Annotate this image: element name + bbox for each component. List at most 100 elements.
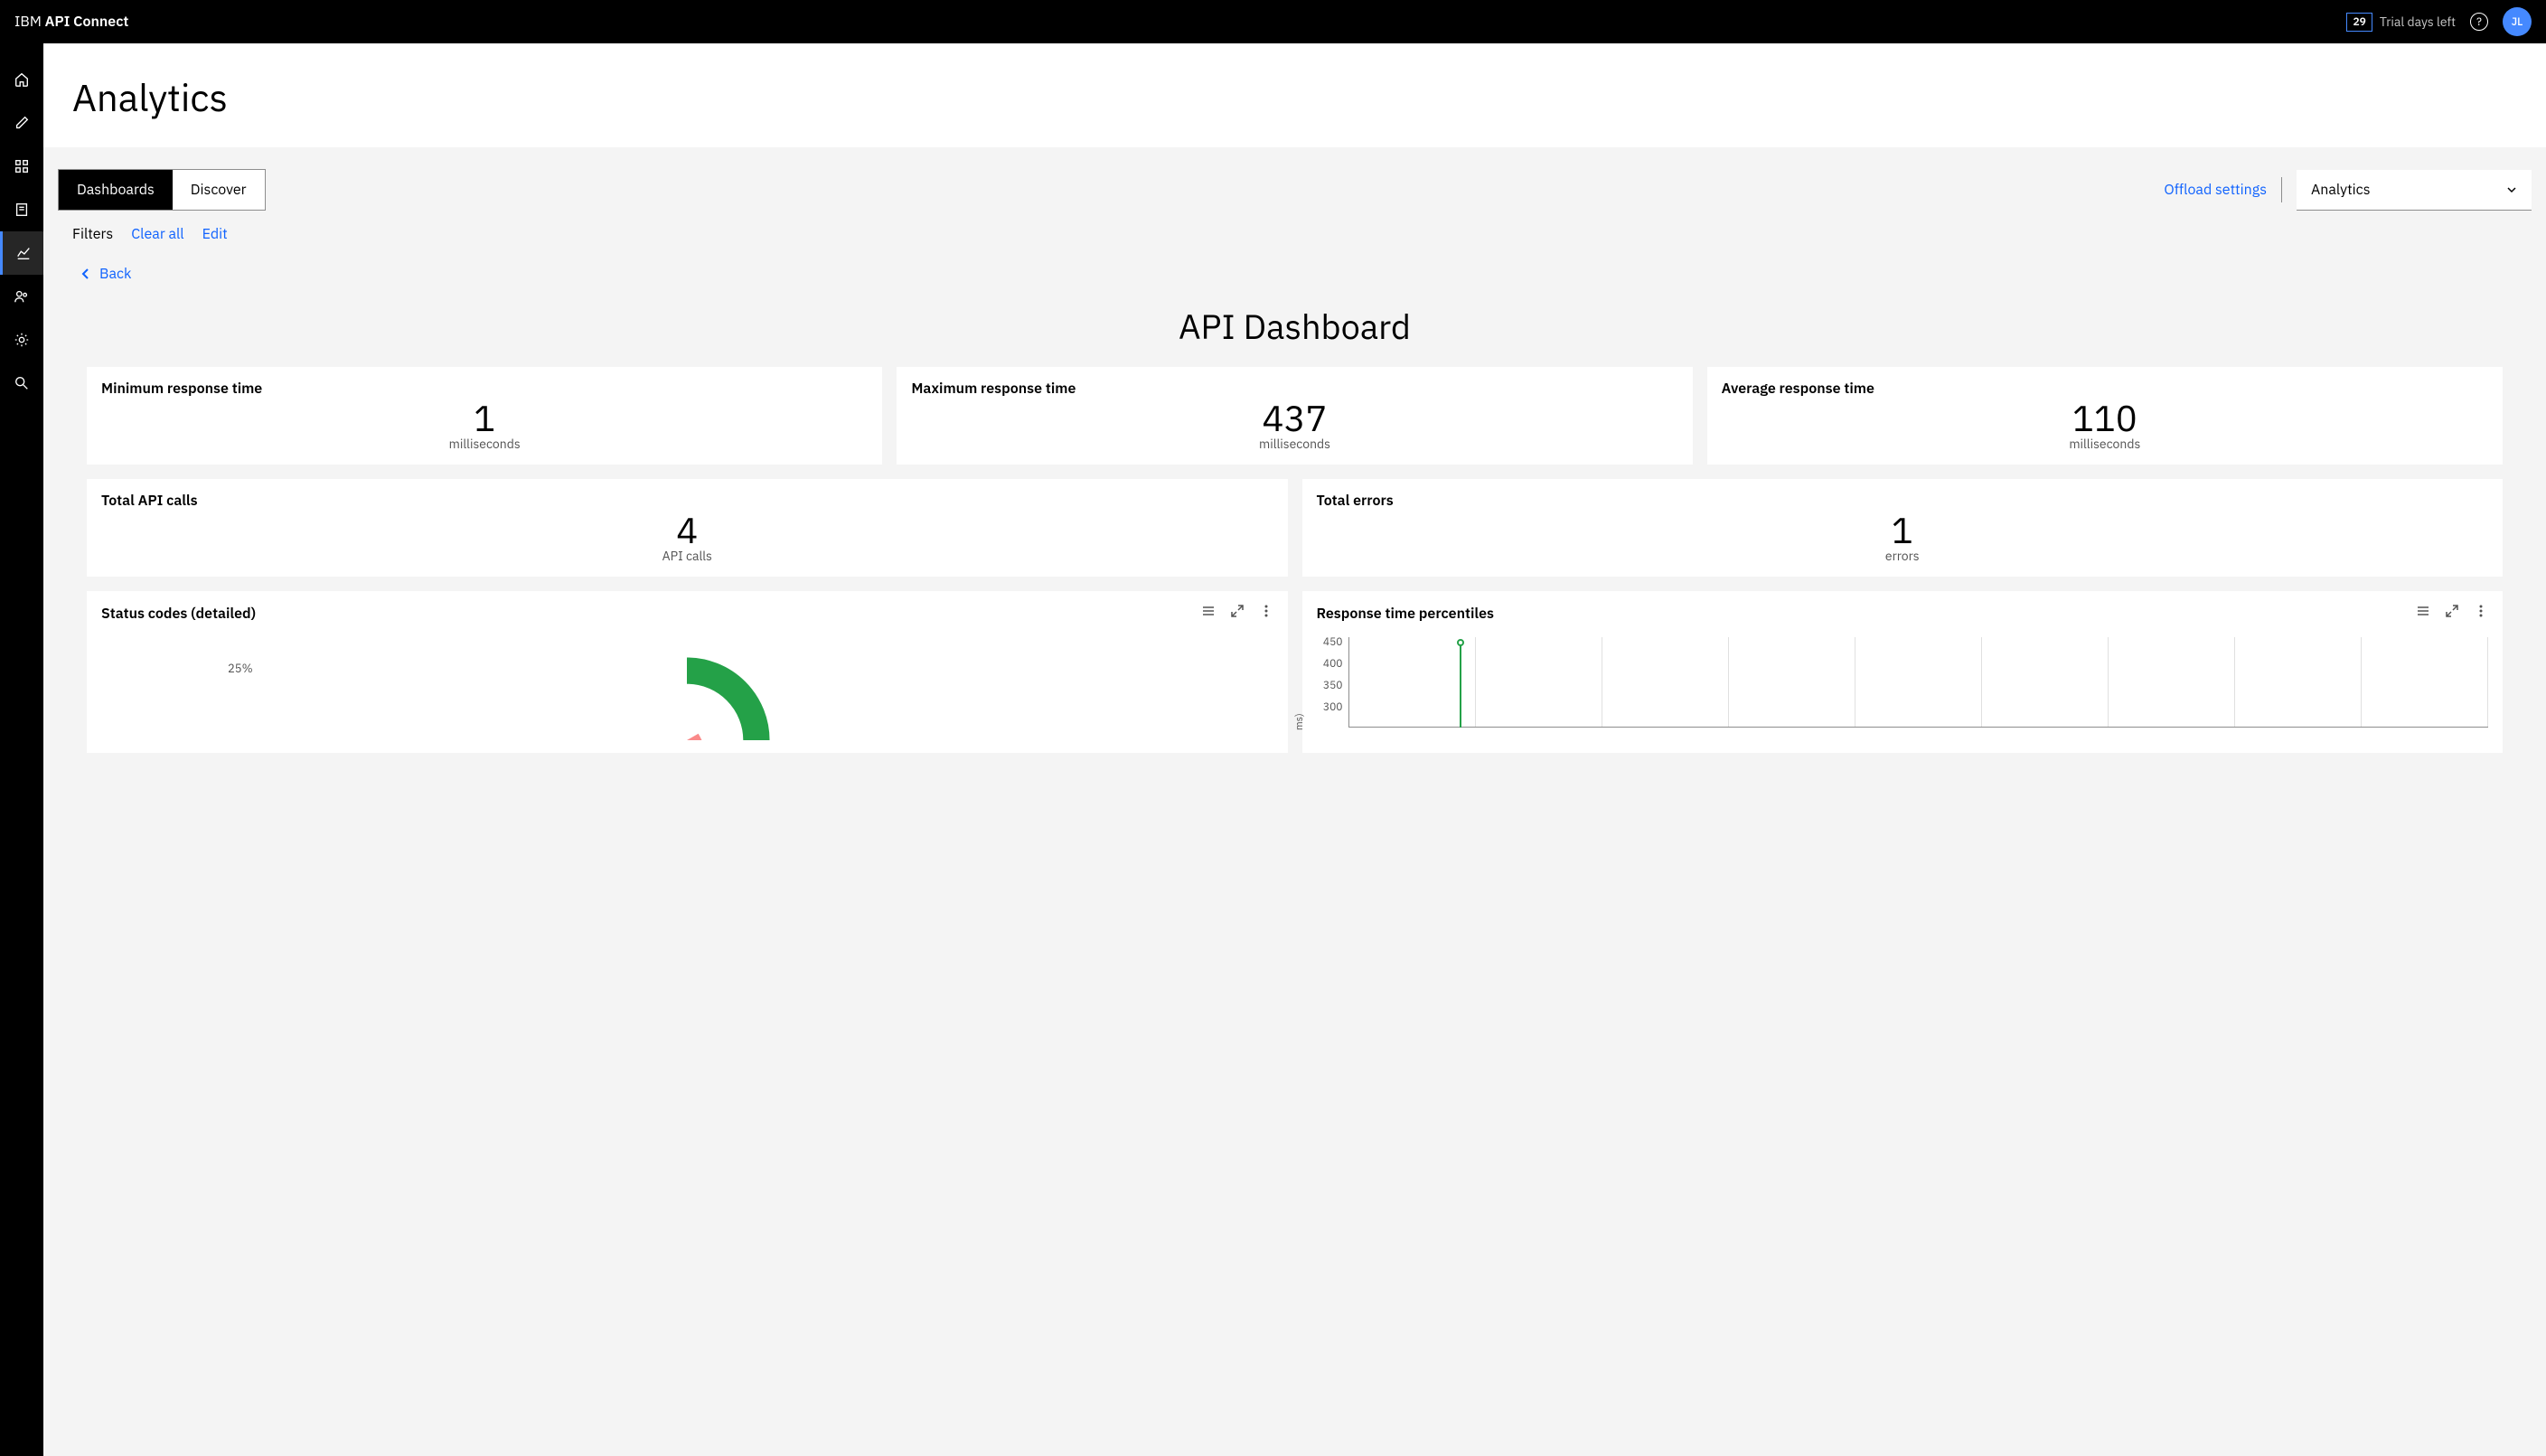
expand-icon[interactable] xyxy=(1230,604,1245,623)
sidebar-item-develop[interactable] xyxy=(0,101,43,145)
tabs: Dashboards Discover xyxy=(58,169,266,211)
page-title: Analytics xyxy=(72,72,2517,122)
brand-prefix: IBM xyxy=(14,13,45,31)
donut-segment-success-1 xyxy=(687,671,756,740)
brand: IBM API Connect xyxy=(14,13,128,31)
back-link[interactable]: Back xyxy=(43,258,2546,283)
metric-unit: milliseconds xyxy=(911,436,1677,452)
chart-area: ms) xyxy=(1348,637,2489,728)
sidebar-item-search[interactable] xyxy=(0,362,43,405)
sidebar-item-analytics[interactable] xyxy=(0,231,43,275)
chart-actions xyxy=(1201,604,1273,623)
donut-slice-label: 25% xyxy=(228,661,253,676)
offload-settings-link[interactable]: Offload settings xyxy=(2164,181,2267,199)
y-tick: 300 xyxy=(1317,702,1343,724)
users-icon xyxy=(14,288,30,305)
overflow-menu-icon[interactable] xyxy=(1259,604,1273,623)
donut-chart: 25% xyxy=(101,623,1273,740)
grid-col xyxy=(1982,637,2109,727)
chart-icon xyxy=(15,245,32,261)
sidebar-item-apps[interactable] xyxy=(0,145,43,188)
grid-col xyxy=(2235,637,2362,727)
metric-unit: errors xyxy=(1317,548,2489,564)
home-icon xyxy=(14,71,30,88)
chevron-down-icon xyxy=(2506,184,2517,195)
chevron-left-icon xyxy=(80,268,92,280)
grid-col xyxy=(1476,637,1602,727)
metrics-row-1: Minimum response time 1 milliseconds Max… xyxy=(43,367,2546,465)
metric-value: 1 xyxy=(101,399,868,436)
metric-value: 110 xyxy=(1722,399,2488,436)
y-tick: 350 xyxy=(1317,681,1343,702)
filters-row: Filters Clear all Edit xyxy=(43,211,2546,258)
metric-value: 4 xyxy=(101,512,1273,548)
back-label: Back xyxy=(99,265,131,283)
grid-col xyxy=(2109,637,2235,727)
metric-value: 437 xyxy=(911,399,1677,436)
tab-dashboards[interactable]: Dashboards xyxy=(59,170,173,210)
divider xyxy=(2281,177,2282,202)
line-chart: 450 400 350 300 ms) xyxy=(1317,623,2489,728)
filters-label: Filters xyxy=(72,225,113,243)
grid-col xyxy=(2362,637,2488,727)
gear-icon xyxy=(14,332,30,348)
grid-icon xyxy=(14,158,30,174)
analytics-select[interactable]: Analytics xyxy=(2297,170,2532,211)
sidebar-item-members[interactable] xyxy=(0,275,43,318)
dashboard-title: API Dashboard xyxy=(43,283,2546,367)
card-max-response: Maximum response time 437 milliseconds xyxy=(897,367,1692,465)
trial-days-count: 29 xyxy=(2346,13,2372,32)
sidebar-item-home[interactable] xyxy=(0,58,43,101)
search-icon xyxy=(14,375,30,391)
grid-col xyxy=(1349,637,1476,727)
card-total-calls: Total API calls 4 API calls xyxy=(87,479,1288,577)
toolbar-right: Offload settings Analytics xyxy=(2164,170,2532,211)
catalog-icon xyxy=(14,202,30,218)
trial-label: Trial days left xyxy=(2380,14,2456,30)
tab-discover[interactable]: Discover xyxy=(173,170,265,210)
header-right: 29 Trial days left ? JL xyxy=(2346,7,2532,36)
clear-all-link[interactable]: Clear all xyxy=(131,225,183,243)
card-min-response: Minimum response time 1 milliseconds xyxy=(87,367,882,465)
card-status-codes: Status codes (detailed) 25% xyxy=(87,591,1288,753)
y-axis-unit: ms) xyxy=(1293,713,1306,730)
y-tick: 400 xyxy=(1317,659,1343,681)
metric-unit: API calls xyxy=(101,548,1273,564)
data-line xyxy=(1460,643,1461,728)
expand-icon[interactable] xyxy=(2445,604,2459,623)
top-header: IBM API Connect 29 Trial days left ? JL xyxy=(0,0,2546,43)
list-view-icon[interactable] xyxy=(2416,604,2430,623)
edit-filters-link[interactable]: Edit xyxy=(202,225,228,243)
grid-col xyxy=(1729,637,1855,727)
main-content: Analytics Dashboards Discover Offload se… xyxy=(43,43,2546,1456)
card-title: Status codes (detailed) xyxy=(101,605,256,623)
sidebar-item-settings[interactable] xyxy=(0,318,43,362)
y-tick: 450 xyxy=(1317,637,1343,659)
metrics-row-2: Total API calls 4 API calls Total errors… xyxy=(43,465,2546,577)
y-axis: 450 400 350 300 xyxy=(1317,637,1348,724)
sidebar-item-catalog[interactable] xyxy=(0,188,43,231)
grid-col xyxy=(1855,637,1982,727)
card-title: Response time percentiles xyxy=(1317,605,1495,623)
charts-row: Status codes (detailed) 25% xyxy=(43,577,2546,753)
donut-svg xyxy=(569,650,804,740)
metric-value: 1 xyxy=(1317,512,2489,548)
page-header: Analytics xyxy=(43,43,2546,147)
toolbar-row: Dashboards Discover Offload settings Ana… xyxy=(43,147,2546,211)
trial-badge[interactable]: 29 Trial days left xyxy=(2346,13,2456,32)
card-response-percentiles: Response time percentiles 450 400 350 30… xyxy=(1302,591,2504,753)
select-value: Analytics xyxy=(2311,181,2371,199)
chart-actions xyxy=(2416,604,2488,623)
card-avg-response: Average response time 110 milliseconds xyxy=(1707,367,2503,465)
metric-unit: milliseconds xyxy=(1722,436,2488,452)
sidebar xyxy=(0,43,43,1456)
brand-name: API Connect xyxy=(45,13,129,31)
help-icon[interactable]: ? xyxy=(2470,13,2488,31)
card-total-errors: Total errors 1 errors xyxy=(1302,479,2504,577)
pencil-icon xyxy=(14,115,30,131)
metric-unit: milliseconds xyxy=(101,436,868,452)
overflow-menu-icon[interactable] xyxy=(2474,604,2488,623)
avatar[interactable]: JL xyxy=(2503,7,2532,36)
grid-col xyxy=(1602,637,1729,727)
list-view-icon[interactable] xyxy=(1201,604,1216,623)
